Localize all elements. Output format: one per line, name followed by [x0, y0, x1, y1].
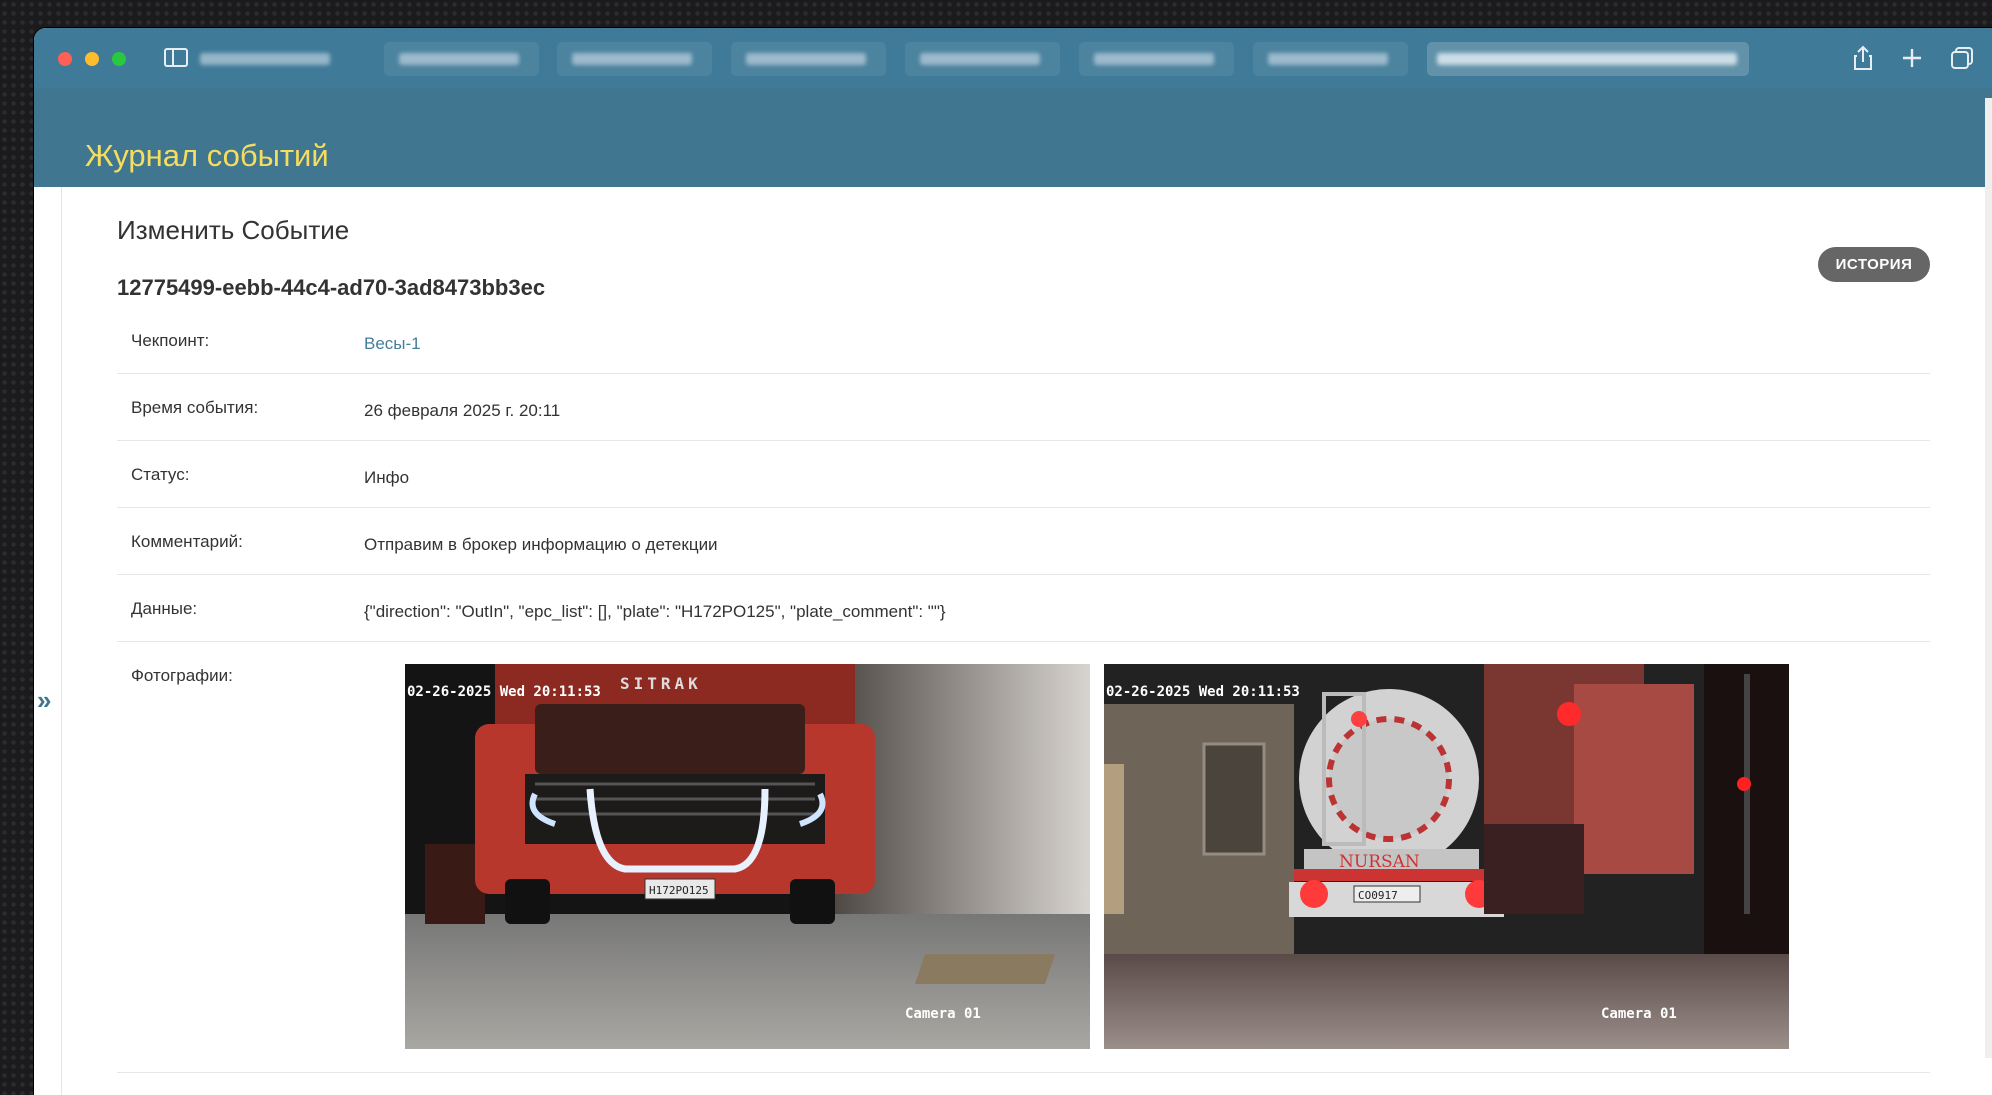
object-id: 12775499-eebb-44c4-ad70-3ad8473bb3ec	[117, 275, 546, 300]
browser-tab[interactable]	[731, 42, 886, 76]
close-window-button[interactable]	[58, 52, 72, 66]
title-bar	[34, 28, 1992, 88]
scrollbar[interactable]	[1985, 98, 1992, 1058]
browser-tab[interactable]	[1253, 42, 1408, 76]
photo-timestamp: 02-26-2025 Wed 20:11:53	[407, 684, 601, 700]
field-label: Данные:	[131, 599, 198, 618]
event-fields: Чекпоинт: Весы-1 Время события: 26 февра…	[117, 307, 1930, 1073]
field-row-status: Статус: Инфо	[117, 441, 1930, 508]
field-label: Статус:	[131, 465, 190, 484]
site-header: Журнал событий	[34, 88, 1992, 187]
site-brand[interactable]: Журнал событий	[85, 138, 329, 174]
minimize-window-button[interactable]	[85, 52, 99, 66]
field-value: Инфо	[364, 468, 410, 487]
event-photo[interactable]: NURSAN CO0917 02-26-2025 Wed 20:11:53 Ca…	[1104, 664, 1789, 1049]
field-value: Весы-1	[364, 334, 421, 354]
photo-camera-label: Camera 01	[1601, 1006, 1677, 1022]
plate-text: H172PO125	[649, 884, 709, 897]
field-row-checkpoint: Чекпоинт: Весы-1	[117, 307, 1930, 374]
browser-tab[interactable]	[200, 42, 355, 76]
field-label: Чекпоинт:	[131, 331, 210, 350]
photo-camera-label: Camera 01	[905, 1006, 981, 1022]
browser-tab[interactable]	[1079, 42, 1234, 76]
page-title: Изменить Событие	[117, 215, 350, 245]
event-photo[interactable]: H172PO125 SITRAK 02-26-2025 Wed 20:11:53…	[405, 664, 1090, 1049]
field-row-photos: Фотографии: H172PO125 SITRAK 02-26-2025 …	[117, 642, 1930, 1073]
plus-icon[interactable]	[1896, 42, 1928, 74]
field-label: Фотографии:	[131, 666, 233, 685]
share-icon[interactable]	[1847, 42, 1879, 74]
history-button[interactable]: ИСТОРИЯ	[1818, 247, 1930, 282]
browser-tab[interactable]	[384, 42, 539, 76]
zoom-window-button[interactable]	[112, 52, 126, 66]
field-label: Время события:	[131, 398, 259, 417]
plate-text: CO0917	[1358, 889, 1398, 902]
browser-tab[interactable]	[557, 42, 712, 76]
field-value: Отправим в брокер информацию о детекции	[364, 535, 718, 554]
checkpoint-link[interactable]: Весы-1	[364, 334, 421, 353]
browser-tab-active[interactable]	[1427, 42, 1749, 76]
field-row-time: Время события: 26 февраля 2025 г. 20:11	[117, 374, 1930, 441]
trailer-brand-text: NURSAN	[1339, 852, 1420, 872]
tabs-icon[interactable]	[1946, 42, 1978, 74]
truck-brand-text: SITRAK	[620, 674, 702, 693]
nav-toggle-icon[interactable]: »	[37, 687, 51, 713]
photo-timestamp: 02-26-2025 Wed 20:11:53	[1106, 684, 1300, 700]
browser-window: Журнал событий » Изменить Событие 127754…	[34, 28, 1992, 1095]
field-value: 26 февраля 2025 г. 20:11	[364, 401, 561, 420]
browser-tab[interactable]	[905, 42, 1060, 76]
field-label: Комментарий:	[131, 532, 243, 551]
field-value: {"direction": "OutIn", "epc_list": [], "…	[364, 602, 946, 621]
nav-sidebar: »	[34, 187, 62, 1095]
field-row-data: Данные: {"direction": "OutIn", "epc_list…	[117, 575, 1930, 642]
sidebar-icon[interactable]	[164, 48, 188, 67]
field-row-comment: Комментарий: Отправим в брокер информаци…	[117, 508, 1930, 575]
